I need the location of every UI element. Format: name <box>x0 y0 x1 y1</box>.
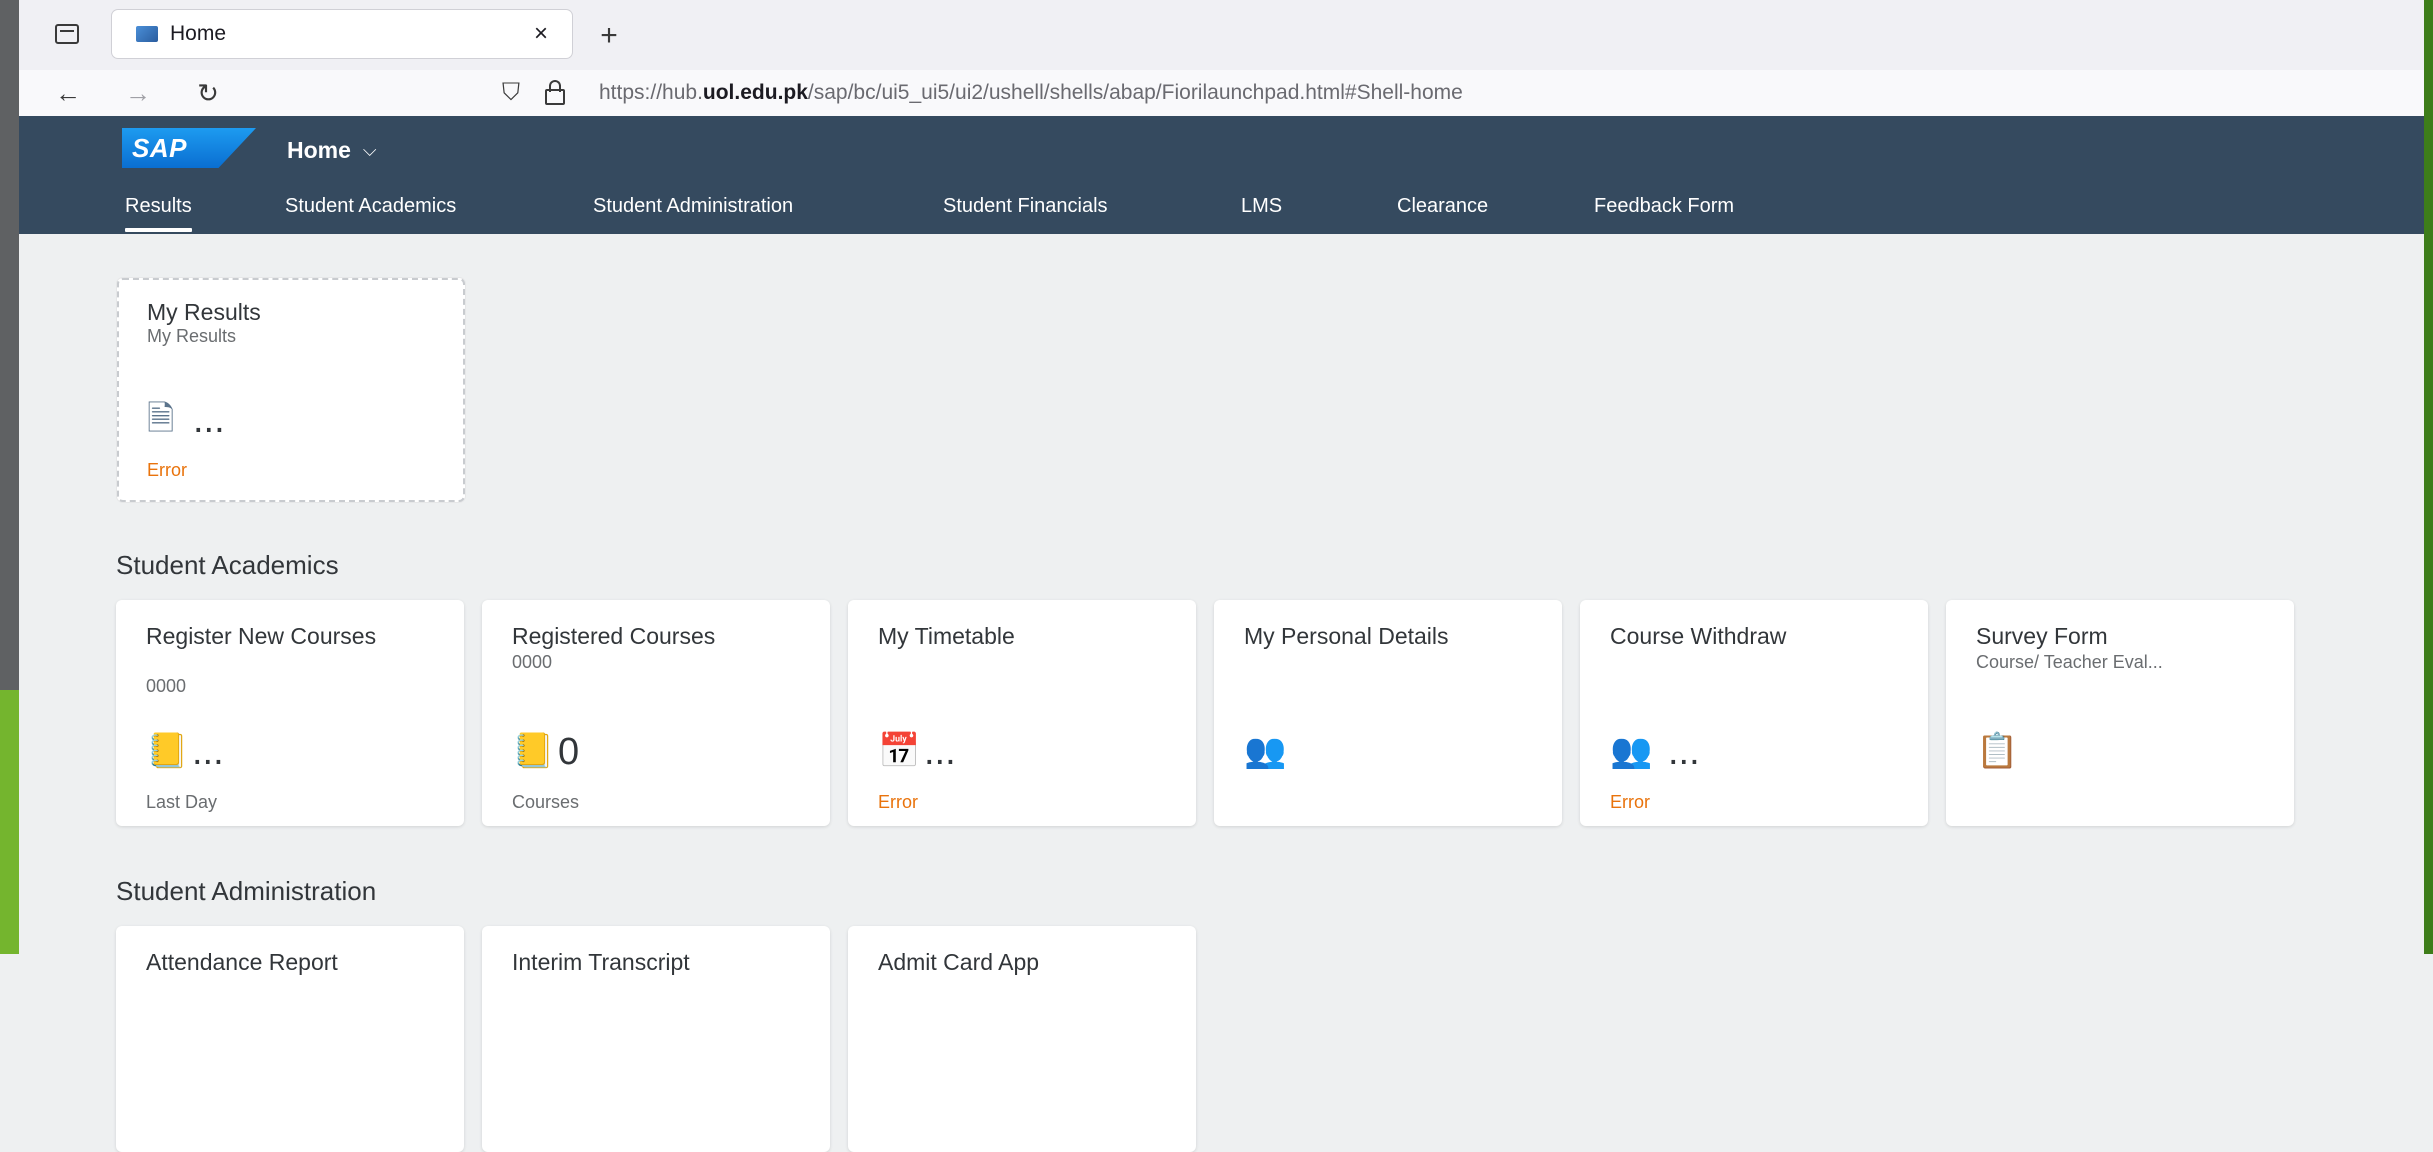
tile-subtitle: 0000 <box>512 652 553 672</box>
tile-subtitle: 0000 <box>146 676 187 696</box>
tile-value: ... <box>193 399 225 441</box>
section-title-student-administration: Student Administration <box>116 876 377 906</box>
browser-nav-bar: ← → ↻ ⛉ https://hub.uol.edu.pk/sap/bc/ui… <box>19 70 2424 116</box>
tab-student-administration[interactable]: Student Administration <box>593 186 793 226</box>
tab-overview-icon[interactable] <box>49 16 85 52</box>
tile-registered-courses[interactable]: Registered Courses 0000 📒 0 Courses <box>482 600 830 826</box>
tile-title: Survey Form <box>1976 623 2108 649</box>
right-frame <box>2424 0 2433 954</box>
tile-my-personal-details[interactable]: My Personal Details 👥 <box>1214 600 1562 826</box>
course-book-icon: 📒 <box>146 732 189 770</box>
tile-survey-form[interactable]: Survey Form Course/ Teacher Eval... 📋 <box>1946 600 2294 826</box>
tile-subtitle: My Results <box>147 326 237 346</box>
browser-tab-title: Home <box>170 22 227 45</box>
tile-course-withdraw[interactable]: Course Withdraw 👥 ... Error <box>1580 600 1928 826</box>
home-menu-label: Home <box>287 136 351 163</box>
tile-footer: Error <box>1610 792 1650 812</box>
tile-footer: Courses <box>512 792 580 812</box>
launchpad-content: My Results My Results 🗎 ... Error Studen… <box>19 234 2424 1152</box>
tile-register-new-courses[interactable]: Register New Courses 0000 📒 ... Last Day <box>116 600 464 826</box>
url-path: /sap/bc/ui5_ui5/ui2/ushell/shells/abap/F… <box>807 81 1463 104</box>
tile-footer: Error <box>147 460 187 480</box>
tile-subtitle: Course/ Teacher Eval... <box>1976 652 2163 672</box>
person-board-icon: 👥 <box>1244 732 1287 770</box>
document-icon: 🗎 <box>147 400 175 438</box>
tile-value: ... <box>924 731 956 773</box>
course-book-icon: 📒 <box>512 732 555 770</box>
tile-admit-card-app[interactable]: Admit Card App <box>848 926 1196 1152</box>
tile-footer: Error <box>878 792 918 812</box>
new-tab-button[interactable]: + <box>589 16 629 56</box>
left-frame-accent <box>0 690 19 954</box>
tile-title: Registered Courses <box>512 623 716 649</box>
tile-title: Register New Courses <box>146 623 377 649</box>
tab-student-academics[interactable]: Student Academics <box>285 186 456 226</box>
sap-shell-bar: SAP Home ⌵ Results Student Academics Stu… <box>19 116 2424 234</box>
tile-attendance-report[interactable]: Attendance Report <box>116 926 464 1152</box>
browser-tab-strip: Home × + <box>19 0 2424 71</box>
chevron-down-icon: ⌵ <box>362 139 377 160</box>
tab-feedback-form[interactable]: Feedback Form <box>1594 186 1734 226</box>
home-menu-button[interactable]: Home ⌵ <box>287 130 377 170</box>
back-arrow-icon[interactable]: ← <box>49 74 87 112</box>
tab-lms[interactable]: LMS <box>1241 186 1282 226</box>
tile-title: My Results <box>147 299 261 325</box>
sap-logo-text: SAP <box>132 133 187 163</box>
tab-results[interactable]: Results <box>125 186 192 232</box>
address-bar[interactable]: https://hub.uol.edu.pk/sap/bc/ui5_ui5/ui… <box>599 81 1463 105</box>
tile-my-timetable[interactable]: My Timetable 📅 ... Error <box>848 600 1196 826</box>
tile-footer: Last Day <box>146 792 218 812</box>
survey-icon: 📋 <box>1976 732 2019 770</box>
shell-tab-bar: Results Student Academics Student Admini… <box>19 186 2424 234</box>
close-tab-icon[interactable]: × <box>526 19 556 49</box>
lock-icon[interactable] <box>541 78 569 108</box>
reload-icon[interactable]: ↻ <box>189 74 227 112</box>
url-host: https://hub. <box>599 81 703 104</box>
section-title-student-academics: Student Academics <box>116 550 339 580</box>
browser-tab-home[interactable]: Home × <box>112 10 572 58</box>
students-icon: 👥 <box>1610 732 1653 770</box>
tile-my-results[interactable]: My Results My Results 🗎 ... Error <box>117 278 465 502</box>
sap-logo[interactable]: SAP <box>122 128 256 168</box>
timetable-icon: 📅 <box>878 732 921 770</box>
url-domain: uol.edu.pk <box>702 81 808 104</box>
right-frame-accent <box>2424 0 2433 954</box>
tile-value: 0 <box>558 731 580 773</box>
favicon-icon <box>136 26 158 42</box>
forward-arrow-icon[interactable]: → <box>119 74 157 112</box>
tile-title: My Timetable <box>878 623 1015 649</box>
tracking-shield-icon[interactable]: ⛉ <box>497 78 525 108</box>
tile-title: My Personal Details <box>1244 623 1449 649</box>
left-frame <box>0 0 19 954</box>
tab-student-financials[interactable]: Student Financials <box>943 186 1108 226</box>
tile-interim-transcript[interactable]: Interim Transcript <box>482 926 830 1152</box>
tab-clearance[interactable]: Clearance <box>1397 186 1488 226</box>
tile-value: ... <box>1668 731 1700 773</box>
tile-value: ... <box>192 731 224 773</box>
tile-title: Course Withdraw <box>1610 623 1787 649</box>
